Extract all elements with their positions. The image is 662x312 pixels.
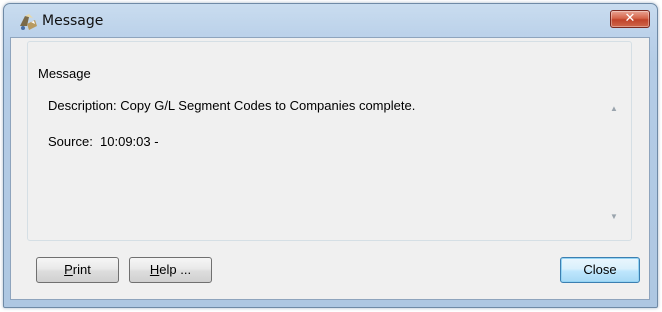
title-bar[interactable]: Message ✕ <box>4 4 657 38</box>
print-button-mnemonic: P <box>64 262 73 277</box>
message-text-area: Description: Copy G/L Segment Codes to C… <box>48 98 415 154</box>
vertical-scrollbar[interactable] <box>603 92 620 232</box>
help-button[interactable]: Help ... <box>129 257 212 283</box>
scroll-up-arrow-icon[interactable]: ▲ <box>610 104 618 113</box>
description-text: Description: Copy G/L Segment Codes to C… <box>48 98 416 113</box>
window-close-button[interactable]: ✕ <box>610 10 650 28</box>
print-button-label: rint <box>72 262 91 277</box>
close-button[interactable]: Close <box>560 257 640 283</box>
source-text: Source: 10:09:03 - <box>48 134 159 149</box>
help-button-mnemonic: H <box>149 262 160 277</box>
app-icon <box>20 14 37 30</box>
close-icon: ✕ <box>624 11 636 26</box>
scroll-down-arrow-icon[interactable]: ▼ <box>610 212 618 221</box>
window-title: Message <box>42 13 104 29</box>
groupbox-label: Message <box>35 66 94 81</box>
close-button-label: Close <box>583 262 617 277</box>
print-button[interactable]: Print <box>36 257 119 283</box>
help-button-label: elp ... <box>159 262 192 277</box>
